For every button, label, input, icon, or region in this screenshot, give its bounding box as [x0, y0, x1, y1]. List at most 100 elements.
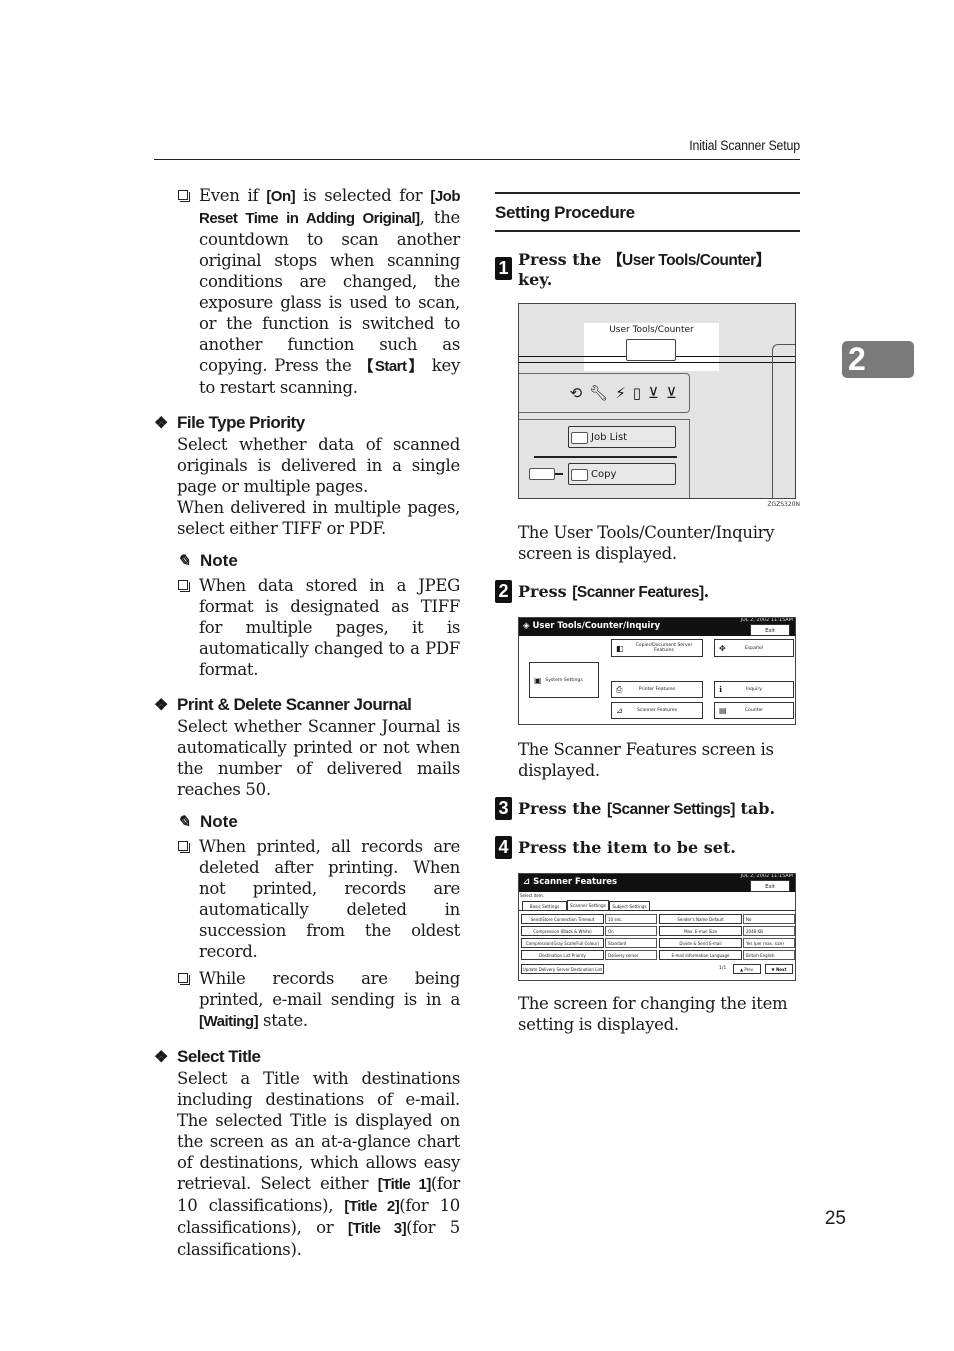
inquiry-menu: ▣ System Settings ◧ Copier/Document Server…	[519, 636, 795, 724]
setting-value: Standard	[605, 938, 657, 948]
section-select-title: ❖ Select Title Select a Title with destin…	[154, 1046, 460, 1260]
indicator-led	[571, 432, 588, 444]
diamond-bullet-icon: ❖	[154, 697, 168, 714]
indicator-led	[571, 469, 588, 481]
copier-features-button[interactable]: ◧ Copier/Document Server Features	[611, 639, 703, 657]
keyword: [Title 2]	[344, 1198, 400, 1215]
step-2: 2 Press [Scanner Features].	[495, 580, 800, 603]
screen-datetime: JUL 2, 2002 11:15AM	[740, 873, 793, 879]
setting-button[interactable]: Sender's Name Default	[659, 914, 742, 924]
step-number: 4	[495, 836, 512, 859]
pencil-icon: ✎	[177, 553, 191, 570]
interrupt-icon: ▯	[632, 384, 642, 402]
setting-button[interactable]: Compression(Gray Scale/Full Colour)	[521, 938, 604, 948]
setting-value: No	[743, 914, 795, 924]
info-icon: ℹ	[719, 685, 723, 694]
right-column: Setting Procedure 1 Press the 【User Tool…	[495, 192, 800, 1035]
pencil-icon: ✎	[177, 814, 191, 831]
section-body: Select whether Scanner Journal is automa…	[177, 717, 460, 799]
page-indicator: 1/1	[719, 966, 727, 971]
printer-features-button[interactable]: ⎙ Printer Features	[611, 681, 703, 698]
checkbox-bullet-icon	[178, 190, 190, 202]
section-heading: Print & Delete Scanner Journal	[177, 695, 412, 714]
keyword: [On]	[266, 188, 296, 205]
scanner-features-button[interactable]: ⊿ Scanner Features	[611, 702, 703, 719]
figure-code: ZGZS320N	[767, 501, 800, 508]
counter-button[interactable]: ▤ Counter	[714, 702, 794, 719]
setting-button[interactable]: Divide & Send E-mail	[659, 938, 742, 948]
section-heading: File Type Priority	[177, 413, 305, 432]
system-settings-icon: ▣	[534, 675, 542, 685]
indicator-led	[529, 468, 555, 480]
key-name: 【Start】	[358, 358, 425, 375]
exit-button[interactable]: Exit	[750, 624, 790, 636]
screen-datetime: JUL 2, 2002 11:15AM	[740, 617, 793, 623]
step-1: 1 Press the 【User Tools/Counter】 key.	[495, 248, 800, 289]
prev-button[interactable]: ▲ Prev.	[733, 964, 761, 974]
user-tools-icon: ◈	[523, 621, 533, 631]
setting-button[interactable]: E-mail Information Language	[659, 950, 742, 960]
note-item: While records are being printed, e-mail …	[154, 968, 460, 1032]
scanner-icon: ⊿	[616, 706, 623, 715]
copy-button[interactable]: Copy	[568, 463, 676, 485]
section-body: When delivered in multiple pages, select…	[177, 498, 460, 538]
section-heading: Select Title	[177, 1047, 261, 1066]
language-button[interactable]: ✥ Español	[714, 639, 794, 657]
user-tools-key-label: User Tools/Counter	[609, 325, 694, 335]
note-item: When printed, all records are deleted af…	[154, 836, 460, 962]
scanner-icon: ⊿	[523, 877, 534, 887]
section-body: Select whether data of scanned originals…	[177, 435, 460, 496]
step-4: 4 Press the item to be set.	[495, 836, 800, 859]
procedure-heading: Setting Procedure	[495, 203, 635, 222]
inquiry-button[interactable]: ℹ Inquiry	[714, 681, 794, 698]
keyword: [Title 1]	[377, 1176, 432, 1193]
exit-button[interactable]: Exit	[750, 880, 790, 892]
job-list-button[interactable]: Job List	[568, 426, 676, 448]
step-3: 3 Press the [Scanner Settings] tab.	[495, 797, 800, 820]
scanner-settings-panel: Select item. Basic Settings Scanner Sett…	[519, 892, 795, 980]
step-number: 3	[495, 797, 512, 820]
step-number: 2	[495, 580, 512, 603]
setting-button[interactable]: Compression (Black & White)	[521, 926, 604, 936]
key-name: 【User Tools/Counter】	[607, 252, 771, 269]
section-file-type-priority: ❖ File Type Priority Select whether data …	[154, 412, 460, 680]
control-panel-figure: User Tools/Counter ⟲ 🔧︎ ⚡︎ ▯ ⊻ ⊻ Job Lis…	[518, 303, 796, 499]
setting-button[interactable]: Destination List Priority	[521, 950, 604, 960]
setting-value: 2048 KB	[743, 926, 795, 936]
note-heading: Note	[200, 812, 238, 831]
energy-saver-icon: ⚡︎	[615, 384, 626, 402]
printer-icon: ⎙	[616, 684, 623, 694]
setting-value: Delivery server	[605, 950, 657, 960]
panel-separator	[534, 456, 677, 458]
note-item: When data stored in a JPEG format is des…	[154, 575, 460, 680]
keyword: [Scanner Settings]	[607, 800, 735, 818]
step-caption: The Scanner Features screen is displayed…	[518, 740, 774, 780]
chapter-tab: 2	[842, 341, 914, 378]
checkbox-bullet-icon	[178, 580, 190, 592]
counter-icon: ▤	[719, 706, 727, 715]
update-destination-list-button[interactable]: Update Delivery Server Destination List	[521, 964, 604, 974]
checkbox-bullet-icon	[178, 841, 190, 853]
panel-side	[772, 344, 795, 498]
copier-icon: ◧	[616, 643, 624, 653]
next-button[interactable]: ▼ Next	[765, 964, 793, 974]
setting-value: On	[605, 926, 657, 936]
section-body: Select a Title with destinations includi…	[177, 1069, 460, 1259]
function-icon-bar: ⟲ 🔧︎ ⚡︎ ▯ ⊻ ⊻	[519, 373, 690, 413]
globe-icon: ✥	[719, 643, 726, 653]
setting-value: 10 sec.	[605, 914, 657, 924]
user-tools-counter-key[interactable]	[626, 339, 676, 361]
screen-title: Scanner Features	[533, 877, 618, 887]
setting-button[interactable]: Send/Store Connection Timeout	[521, 914, 604, 924]
setting-value: Yes (per max. size)	[743, 938, 795, 948]
step-caption: The screen for changing the item setting…	[518, 994, 788, 1034]
system-settings-button[interactable]: ▣ System Settings	[529, 662, 599, 698]
scanner-features-screen-figure: ⊿ Scanner Features JUL 2, 2002 11:15AM E…	[518, 873, 796, 981]
keyword: [Scanner Features]	[572, 583, 704, 601]
select-item-label: Select item.	[520, 893, 544, 898]
setting-value: British English	[743, 950, 795, 960]
step-caption: The User Tools/Counter/Inquiry screen is…	[518, 523, 775, 563]
panel-line	[519, 362, 795, 363]
connector	[555, 473, 563, 475]
setting-button[interactable]: Max. E-mail Size	[659, 926, 742, 936]
